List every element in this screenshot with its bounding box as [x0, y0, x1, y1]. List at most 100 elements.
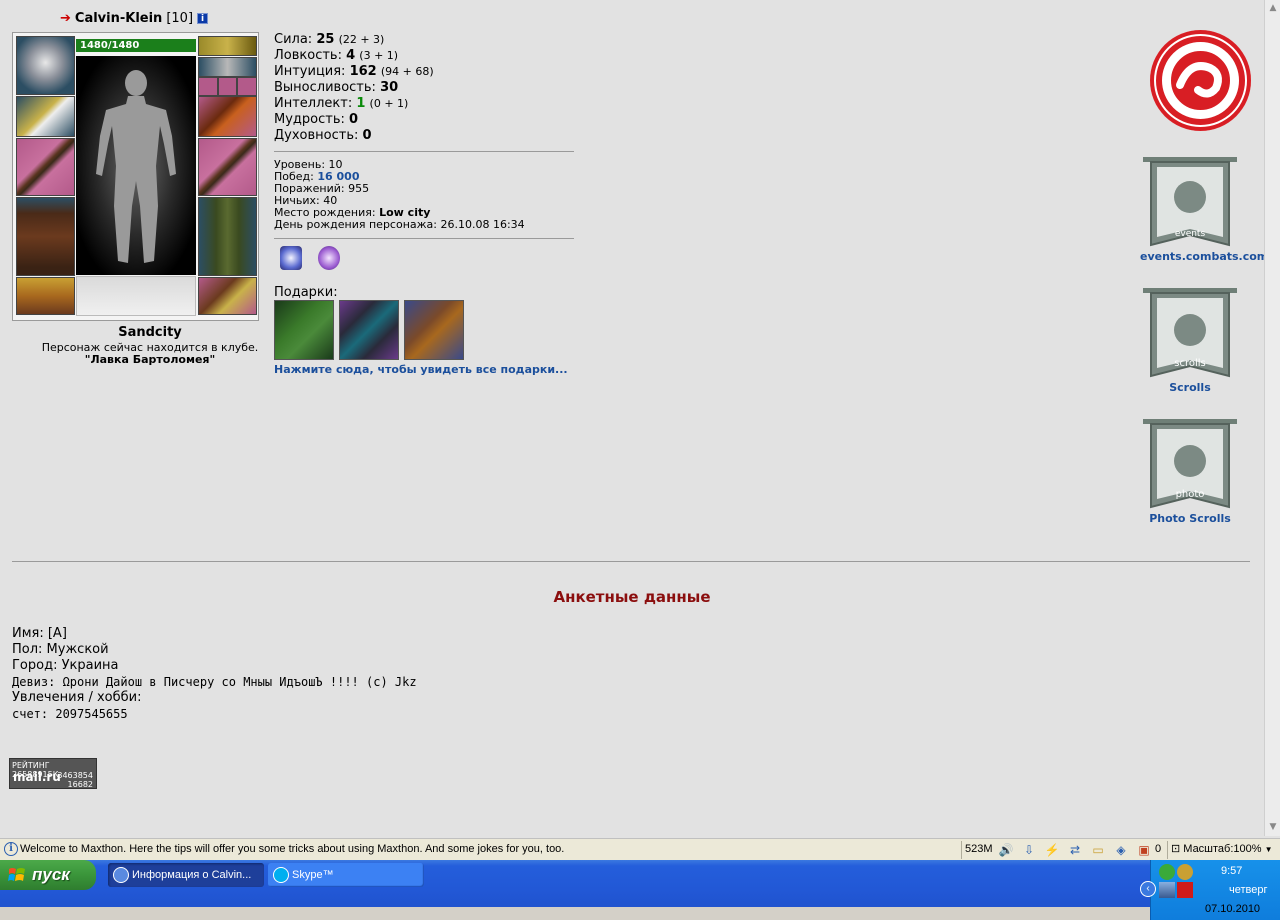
windows-logo-icon — [8, 868, 25, 881]
emblem-slot — [76, 276, 196, 316]
character-header: ➔ Calvin-Klein [10] i — [60, 11, 209, 26]
download-icon[interactable]: ⇩ — [1021, 842, 1037, 858]
layers-icon[interactable]: ◈ — [1113, 842, 1129, 858]
all-gifts-link[interactable]: Нажмите сюда, чтобы увидеть все подарки.… — [274, 363, 568, 376]
combats-logo[interactable] — [1150, 30, 1251, 131]
antivirus-icon[interactable] — [1177, 864, 1193, 880]
system-tray: ‹ 9:57 четверг 07.10.2010 — [1140, 860, 1280, 920]
clock-day: четверг — [1229, 884, 1268, 896]
belt-slot[interactable] — [16, 277, 75, 315]
task-browser[interactable]: Информация о Calvin... — [108, 863, 264, 887]
clock-time[interactable]: 9:57 — [1221, 865, 1242, 877]
orb-badge-icon[interactable] — [318, 246, 340, 270]
page-content: ➔ Calvin-Klein [10] i 1480/1480 Sandcity… — [0, 0, 1268, 836]
vertical-scrollbar[interactable]: ▲ ▼ — [1264, 0, 1280, 836]
hp-bar: 1480/1480 — [76, 39, 196, 52]
folder-icon[interactable]: ▭ — [1090, 842, 1106, 858]
equipment-panel: 1480/1480 — [12, 32, 259, 321]
popup-count: 0 — [1155, 843, 1162, 855]
armor-slot[interactable] — [16, 197, 75, 276]
profile-motto: Девиз: Ωрони Дайош в Писчеру со Мныы Идъ… — [12, 675, 417, 689]
lightning-icon[interactable]: ⚡ — [1044, 842, 1060, 858]
badges-row — [280, 246, 340, 270]
events-label[interactable]: events.combats.com — [1140, 250, 1268, 263]
chevron-down-icon: ▼ — [1264, 845, 1273, 854]
ring-slot-2[interactable] — [218, 77, 237, 96]
scrolls-flag-icon: scrolls — [1143, 286, 1237, 381]
windows-taskbar: пуск Информация о Calvin... Skype™ ‹ 9:5… — [0, 860, 1280, 920]
boots-slot[interactable] — [198, 277, 257, 315]
scrolls-flag-text: scrolls — [1174, 358, 1206, 369]
scroll-up-icon[interactable]: ▲ — [1266, 1, 1280, 15]
zoom-level[interactable]: ⊡ Масштаб:100% ▼ — [1167, 841, 1273, 859]
section-divider — [12, 561, 1250, 562]
shield-check-icon[interactable] — [1159, 864, 1175, 880]
weapon-left-slot[interactable] — [16, 138, 75, 196]
network-icon[interactable] — [1159, 882, 1175, 898]
club-info: Персонаж сейчас находится в клубе. "Лавк… — [12, 342, 288, 366]
skype-icon — [273, 867, 289, 883]
taskbar-lower-strip — [0, 907, 1150, 920]
tray-expand-icon[interactable]: ‹ — [1140, 881, 1156, 897]
necklace-slot[interactable] — [198, 57, 257, 77]
stat-intellect: Интеллект: 1 (0 + 1) — [274, 96, 409, 111]
character-avatar — [76, 56, 196, 275]
scroll-down-icon[interactable]: ▼ — [1266, 820, 1280, 834]
profile-title: Анкетные данные — [553, 588, 711, 606]
maxthon-icon — [113, 867, 129, 883]
info-icon[interactable]: i — [197, 13, 209, 24]
popup-blocker-icon[interactable]: ▣ — [1136, 842, 1152, 858]
stat-strength: Сила: 25 (22 + 3) — [274, 32, 385, 47]
stat-agility: Ловкость: 4 (3 + 1) — [274, 48, 399, 63]
profile-gender: Пол: Мужской — [12, 642, 109, 657]
task-skype[interactable]: Skype™ — [268, 863, 424, 887]
events-flag-icon: events — [1143, 155, 1237, 250]
mailru-counter[interactable]: РЕЙТИНГ 26588915К mail.ru 3463854 16682 — [9, 758, 97, 789]
stat-spirituality: Духовность: 0 — [274, 128, 372, 143]
scrolls-banner[interactable]: scrolls Scrolls — [1140, 286, 1240, 394]
gift-green-book-icon[interactable] — [274, 300, 334, 360]
proxy-icon[interactable]: ⇄ — [1067, 842, 1083, 858]
events-banner[interactable]: events events.combats.com — [1140, 155, 1268, 263]
profile-city: Город: Украина — [12, 658, 119, 673]
scrolls-label[interactable]: Scrolls — [1140, 381, 1240, 394]
stats-divider — [274, 151, 574, 152]
update-icon[interactable] — [1177, 882, 1193, 898]
photo-scrolls-banner[interactable]: photo Photo Scrolls — [1140, 417, 1240, 525]
character-level: [10] — [166, 11, 194, 26]
weapon-right-slot[interactable] — [198, 138, 257, 196]
ring-slot-1[interactable] — [198, 77, 218, 96]
stats-list: Сила: 25 (22 + 3) Ловкость: 4 (3 + 1) Ин… — [274, 32, 434, 144]
counter-brand: mail.ru — [13, 770, 61, 784]
helmet-slot[interactable] — [16, 36, 75, 95]
photo-flag-icon: photo — [1143, 417, 1237, 512]
arrow-right-icon[interactable]: ➔ — [60, 11, 71, 26]
tip-info-icon: i — [4, 842, 18, 856]
gloves-slot[interactable] — [198, 96, 257, 137]
profile-name: Имя: [A] — [12, 626, 67, 641]
shield-badge-icon[interactable] — [280, 246, 302, 270]
profile-data: Имя: [A] Пол: Мужской Город: Украина Дев… — [12, 626, 417, 722]
clock-date: 07.10.2010 — [1205, 903, 1261, 915]
earrings-slot[interactable] — [198, 36, 257, 56]
records-divider — [274, 238, 574, 239]
ring-slot-3[interactable] — [237, 77, 257, 96]
start-label: пуск — [32, 865, 70, 884]
stat-intuition: Интуиция: 162 (94 + 68) — [274, 64, 434, 79]
record-birthday: День рождения персонажа: 26.10.08 16:34 — [274, 218, 525, 231]
gifts-label: Подарки: — [274, 285, 338, 300]
leggings-slot[interactable] — [198, 197, 257, 276]
gift-magic-book-icon[interactable] — [339, 300, 399, 360]
club-name: "Лавка Бартоломея" — [84, 353, 216, 366]
start-button[interactable]: пуск — [0, 860, 96, 890]
photo-scrolls-label[interactable]: Photo Scrolls — [1140, 512, 1240, 525]
records-list: Уровень: 10 Побед: 16 000 Поражений: 955… — [274, 159, 525, 231]
memory-usage[interactable]: 523M — [961, 841, 993, 859]
speaker-icon[interactable]: 🔊 — [998, 842, 1014, 858]
bracers-slot[interactable] — [16, 96, 75, 137]
gift-treasure-chest-icon[interactable] — [404, 300, 464, 360]
stat-endurance: Выносливость: 30 — [274, 80, 399, 95]
profile-hobbies: Увлечения / хобби: — [12, 690, 142, 705]
status-tip: Welcome to Maxthon. Here the tips will o… — [20, 843, 565, 855]
city-name: Sandcity — [118, 325, 182, 340]
